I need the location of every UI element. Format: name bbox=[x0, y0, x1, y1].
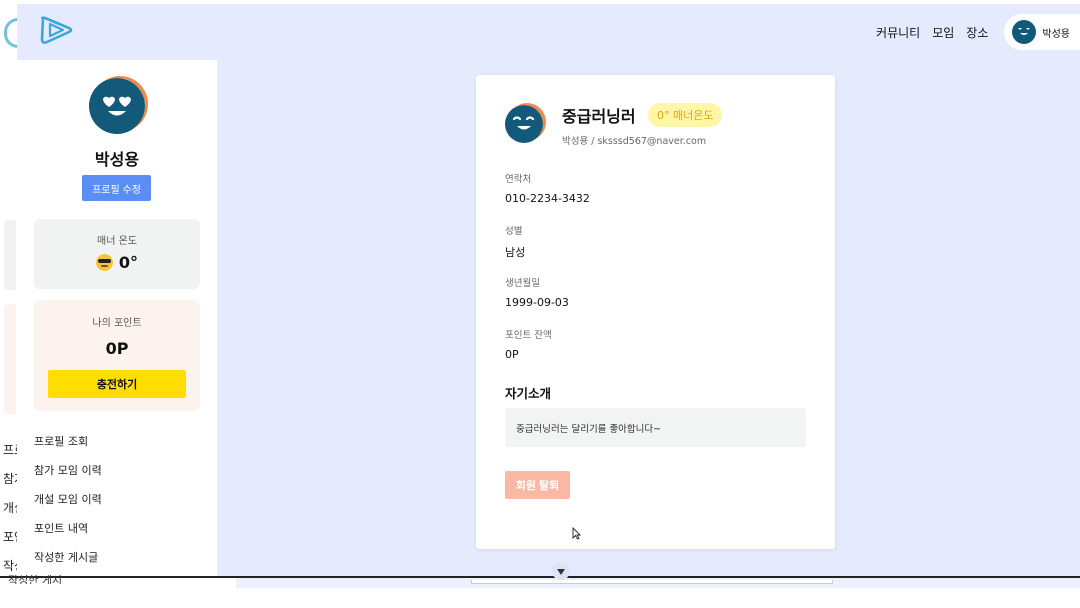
field-birthdate: 생년월일 1999-09-03 bbox=[505, 275, 569, 309]
ghost-manner-card bbox=[4, 220, 16, 290]
field-label: 성별 bbox=[505, 226, 523, 237]
divider bbox=[0, 576, 1080, 578]
top-nav: 커뮤니티 모임 장소 박성용 bbox=[876, 4, 1080, 60]
field-value: 010-2234-3432 bbox=[505, 192, 590, 205]
charge-button[interactable]: 충전하기 bbox=[48, 370, 186, 398]
ghost-menu-item: 포인 bbox=[3, 530, 17, 544]
field-label: 포인트 잔액 bbox=[505, 330, 552, 341]
scroll-down-icon[interactable] bbox=[552, 562, 570, 580]
field-value: 남성 bbox=[505, 246, 526, 259]
nav-places[interactable]: 장소 bbox=[966, 24, 988, 41]
profile-nickname: 중급러닝러 bbox=[562, 107, 636, 126]
sidebar-item-point-history[interactable]: 포인트 내역 bbox=[34, 514, 102, 543]
points-label: 나의 포인트 bbox=[92, 318, 142, 329]
ghost-menu-item: 개설 bbox=[3, 501, 17, 515]
field-phone: 연락처 010-2234-3432 bbox=[505, 171, 590, 205]
top-header: 커뮤니티 모임 장소 박성용 bbox=[17, 4, 1080, 60]
sidebar-item-my-posts[interactable]: 작성한 게시글 bbox=[34, 543, 102, 572]
withdraw-button[interactable]: 회원 탈퇴 bbox=[505, 471, 570, 499]
field-label: 연락처 bbox=[505, 174, 532, 185]
nav-community[interactable]: 커뮤니티 bbox=[876, 24, 920, 41]
profile-name-email: 박성용 / sksssd567@naver.com bbox=[562, 136, 707, 147]
manner-value-row: 0° bbox=[34, 253, 200, 272]
sidebar-item-created-meetups[interactable]: 개설 모임 이력 bbox=[34, 485, 102, 514]
avatar-face-icon bbox=[89, 78, 145, 134]
points-value: 0P bbox=[105, 339, 129, 358]
profile-detail-card: 중급러닝러 0° 매너온도 박성용 / sksssd567@naver.com … bbox=[476, 75, 835, 549]
field-value: 0P bbox=[505, 348, 519, 361]
sidebar-item-profile[interactable]: 프로필 조회 bbox=[34, 427, 102, 456]
ghost-menu: 프로 참가 개설 포인 작성 bbox=[3, 436, 17, 581]
manner-temp-badge: 0° 매너온도 bbox=[648, 103, 723, 127]
nav-meetups[interactable]: 모임 bbox=[932, 24, 954, 41]
ghost-menu-item: 프로 bbox=[3, 443, 17, 457]
edit-profile-button[interactable]: 프로필 수정 bbox=[82, 175, 151, 201]
mouse-cursor-icon bbox=[572, 527, 581, 540]
ghost-point-card bbox=[4, 304, 16, 414]
intro-text: 중급러닝러는 달리기를 좋아합니다~ bbox=[505, 408, 806, 447]
sunglasses-emoji-icon bbox=[95, 254, 113, 271]
sidebar-item-joined-meetups[interactable]: 참가 모임 이력 bbox=[34, 456, 102, 485]
my-points-card: 나의 포인트 0P 충전하기 bbox=[34, 300, 200, 411]
ghost-bottom-text: 작성한 게시글 bbox=[8, 574, 63, 584]
field-point-balance: 포인트 잔액 0P bbox=[505, 327, 552, 361]
sidebar-user-name: 박성용 bbox=[94, 150, 140, 169]
manner-label: 매너 온도 bbox=[97, 236, 137, 247]
manner-temperature-card: 매너 온도 0° bbox=[34, 219, 200, 289]
field-gender: 성별 남성 bbox=[505, 223, 525, 260]
avatar-face-icon bbox=[505, 105, 543, 143]
avatar-face-icon bbox=[1012, 20, 1037, 44]
field-label: 생년월일 bbox=[505, 278, 540, 289]
user-menu-button[interactable]: 박성용 bbox=[1004, 14, 1080, 50]
sidebar-menu: 프로필 조회 참가 모임 이력 개설 모임 이력 포인트 내역 작성한 게시글 bbox=[34, 427, 102, 572]
ghost-menu-item: 참가 bbox=[3, 472, 17, 486]
header-user-name: 박성용 bbox=[1042, 28, 1070, 40]
ghost-bottom-card bbox=[471, 580, 833, 584]
profile-sidebar: 박성용 프로필 수정 매너 온도 0° 나의 포인트 0P 충전하기 프로필 조… bbox=[17, 60, 217, 576]
logo-icon[interactable] bbox=[37, 15, 75, 49]
field-value: 1999-09-03 bbox=[505, 296, 569, 309]
intro-title: 자기소개 bbox=[505, 386, 552, 401]
manner-value: 0° bbox=[118, 253, 139, 272]
